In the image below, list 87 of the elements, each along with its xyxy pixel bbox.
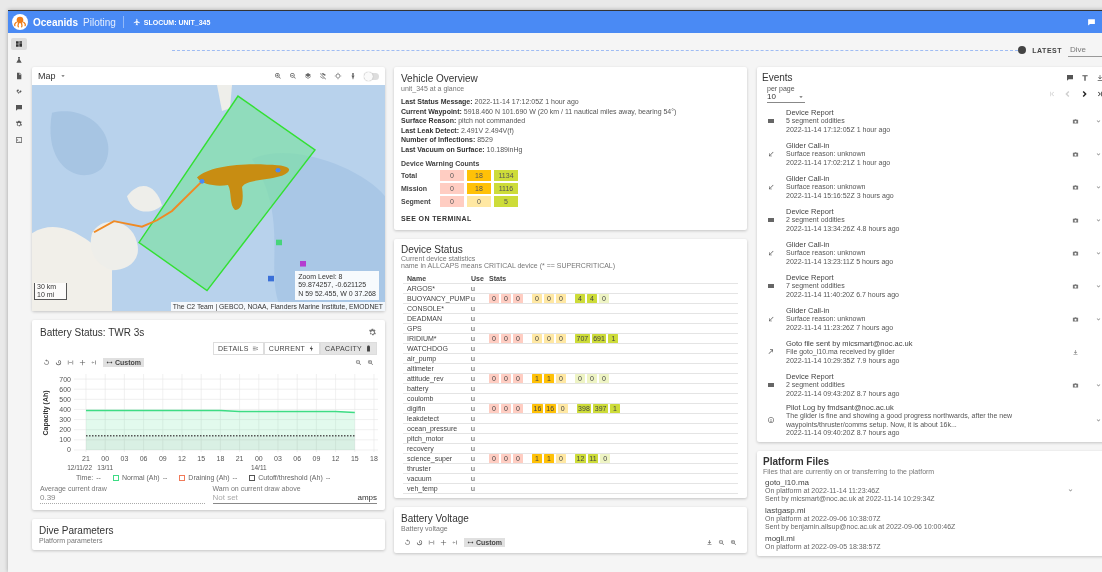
collapse-icon[interactable] <box>452 539 459 546</box>
layers-off-icon[interactable] <box>319 72 327 80</box>
camera-icon[interactable] <box>1072 117 1079 125</box>
fit-width-icon[interactable] <box>67 359 74 366</box>
report-icon <box>767 216 775 224</box>
zoom-out-icon[interactable] <box>355 359 362 366</box>
expand-icon[interactable] <box>1095 150 1102 158</box>
bolt-icon <box>308 345 316 352</box>
map-toggle[interactable] <box>364 72 379 80</box>
history-icon[interactable] <box>416 539 423 546</box>
expand-icon[interactable] <box>1095 416 1102 424</box>
arrow-down-left-icon <box>767 315 775 323</box>
expand-icon[interactable] <box>1095 282 1102 290</box>
expand-icon[interactable] <box>1095 249 1102 257</box>
zoom-out-icon[interactable] <box>718 539 725 546</box>
camera-icon[interactable] <box>1072 216 1079 224</box>
feedback-icon[interactable] <box>1066 73 1074 82</box>
expand-icon[interactable] <box>1067 486 1074 494</box>
arrows-icon <box>106 359 113 366</box>
person-icon[interactable] <box>349 72 357 80</box>
move-icon[interactable] <box>440 539 447 546</box>
card-title: Device Status <box>401 244 464 255</box>
camera-icon[interactable] <box>1072 381 1079 389</box>
list-icon <box>251 345 259 352</box>
report-icon <box>767 117 775 125</box>
timeline-track[interactable] <box>172 49 1019 51</box>
last-page-icon[interactable] <box>1096 90 1102 98</box>
legend-swatch <box>179 474 186 481</box>
camera-icon[interactable] <box>1072 183 1079 191</box>
expand-icon[interactable] <box>1095 183 1102 191</box>
unit-label: amps <box>357 493 377 502</box>
file-name: mogli.mi <box>765 533 795 543</box>
move-icon[interactable] <box>79 359 86 366</box>
arrow-down-left-icon <box>767 183 775 191</box>
card-title: Dive Parameters <box>39 525 115 536</box>
next-page-icon[interactable] <box>1080 90 1088 98</box>
download-icon[interactable] <box>1072 348 1079 356</box>
zoom-in-icon[interactable] <box>367 359 374 366</box>
expand-icon[interactable] <box>1095 381 1102 389</box>
arrows-icon <box>467 539 474 546</box>
report-icon <box>767 282 775 290</box>
camera-icon[interactable] <box>1072 249 1079 257</box>
settings-icon[interactable] <box>368 328 377 337</box>
arrow-down-left-icon <box>767 249 775 257</box>
card-title: Platform Files <box>763 455 831 467</box>
camera-icon[interactable] <box>1072 282 1079 290</box>
card-title: Battery Status: TWR 3s <box>40 327 145 338</box>
card-title: Battery Voltage <box>401 513 470 524</box>
download-icon[interactable] <box>706 539 713 546</box>
feedback-icon[interactable] <box>1087 17 1096 27</box>
file-name: lastgasp.mi <box>765 505 807 515</box>
battery-icon <box>365 345 372 352</box>
card-title: Events <box>762 72 793 83</box>
filter-icon[interactable] <box>1081 73 1089 82</box>
fit-width-icon[interactable] <box>428 539 435 546</box>
map-select[interactable]: Map <box>38 71 67 81</box>
legend-swatch <box>112 474 119 481</box>
zoom-in-icon[interactable] <box>730 539 737 546</box>
reset-icon[interactable] <box>404 539 411 546</box>
zoom-in-icon[interactable] <box>274 72 282 80</box>
card-title: Vehicle Overview <box>401 73 479 84</box>
dashboard-icon[interactable] <box>11 38 27 50</box>
field-placeholder: Not set <box>212 493 238 502</box>
app-name: Oceanids <box>33 16 79 28</box>
legend-swatch <box>249 474 256 481</box>
app-section: Piloting <box>83 16 116 28</box>
expand-icon[interactable] <box>1095 117 1102 125</box>
field-value: 0.39 <box>40 493 57 502</box>
dive-select[interactable]: Dive <box>1068 43 1102 57</box>
arrow-down-left-icon <box>767 150 775 158</box>
history-icon[interactable] <box>55 359 62 366</box>
camera-icon[interactable] <box>1072 315 1079 323</box>
expand-icon[interactable] <box>1095 315 1102 323</box>
file-name: goto_l10.ma <box>765 477 811 487</box>
report-icon <box>767 381 775 389</box>
expand-icon[interactable] <box>1095 216 1102 224</box>
plane-icon <box>132 18 141 26</box>
crosshair-icon[interactable] <box>334 72 342 80</box>
camera-icon[interactable] <box>1072 150 1079 158</box>
terminal-icon[interactable] <box>13 134 25 146</box>
timeline-handle[interactable] <box>1018 46 1027 54</box>
collapse-icon[interactable] <box>91 359 98 366</box>
flask-icon[interactable] <box>13 54 25 66</box>
zoom-out-icon[interactable] <box>289 72 297 80</box>
reset-icon[interactable] <box>43 359 50 366</box>
octopus-logo <box>12 14 28 30</box>
layers-icon[interactable] <box>304 72 312 80</box>
